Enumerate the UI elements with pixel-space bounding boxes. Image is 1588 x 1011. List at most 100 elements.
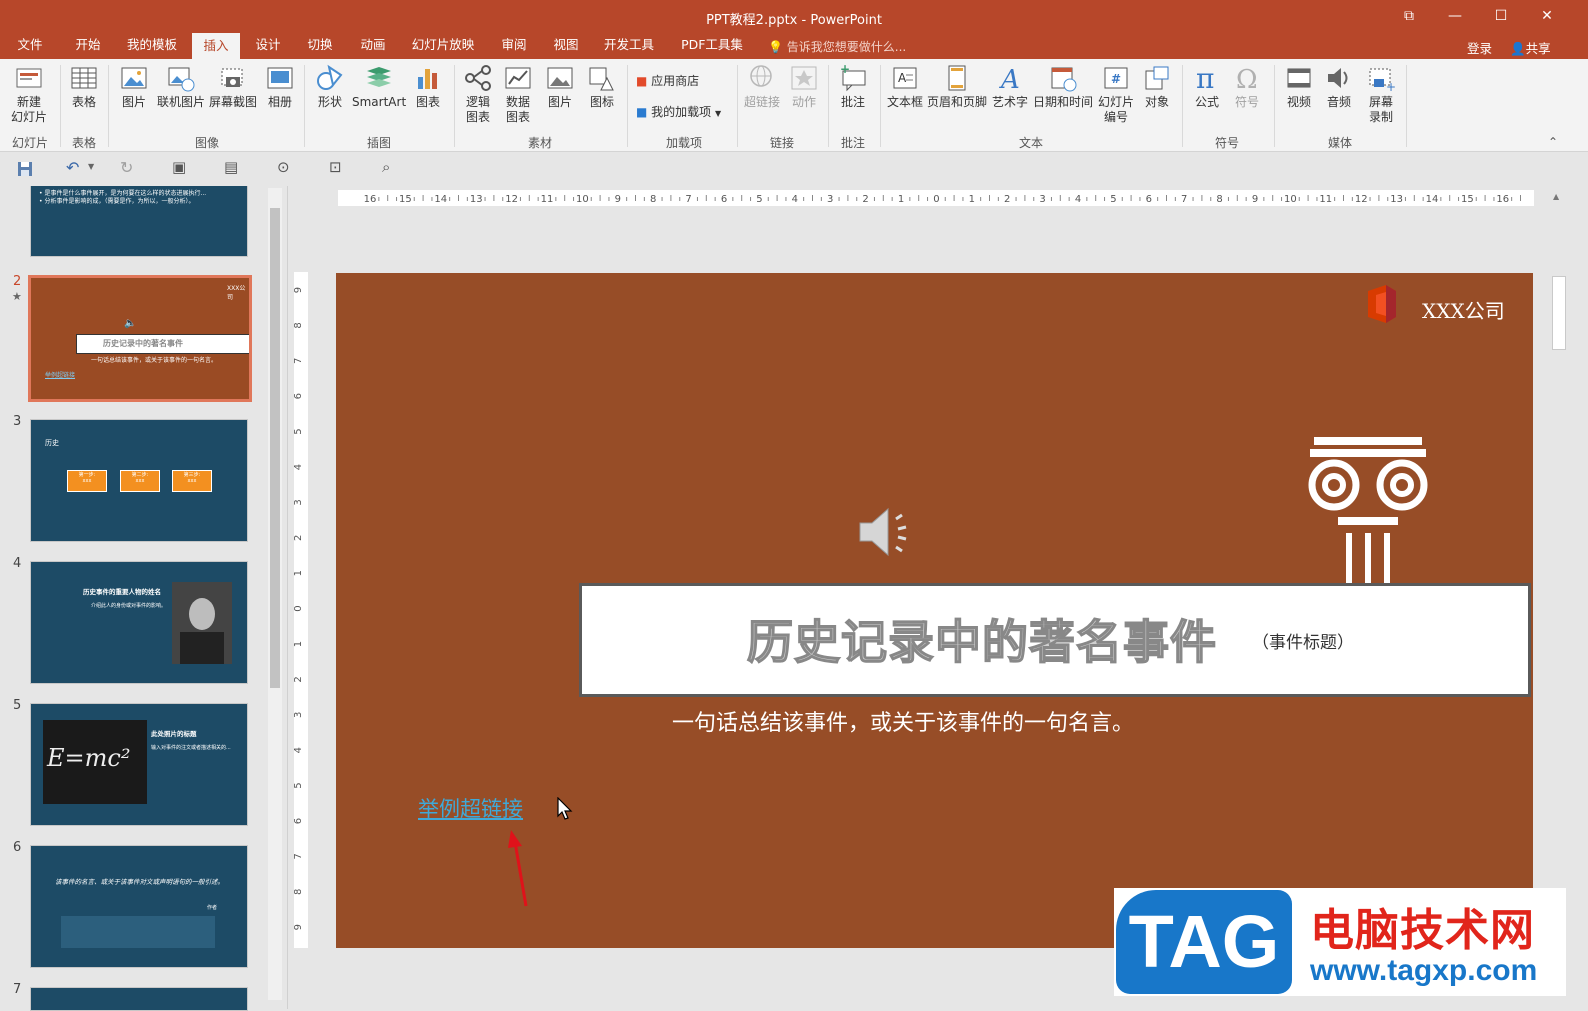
video-icon <box>1287 68 1311 88</box>
maximize-button[interactable]: ☐ <box>1478 4 1524 28</box>
tell-me-search[interactable]: 💡 告诉我您想要做什么... <box>768 38 906 55</box>
login-link[interactable]: 登录 <box>1467 38 1492 57</box>
ruler-label: 14 <box>1426 194 1439 205</box>
video-button[interactable]: 视频 <box>1280 63 1318 110</box>
example-hyperlink[interactable]: 举例超链接 <box>418 793 523 823</box>
tab-home[interactable]: 开始 <box>66 33 110 59</box>
header-footer-button[interactable]: 页眉和页脚 <box>926 63 988 110</box>
from-beginning-icon[interactable]: ▣ <box>172 158 186 176</box>
slide-thumbnail-5[interactable]: E=mc² 此处照片的标题 输入对事件的注文或者描述相关的... <box>30 703 248 826</box>
slide-thumbnail-6[interactable]: 该事件的名言、或关于该事件对文或声明语句的一般引述。 作者 <box>30 845 248 968</box>
text-direction-icon[interactable]: ▤ <box>224 158 238 176</box>
tab-insert[interactable]: 插入 <box>192 33 240 60</box>
slide-thumbnail-4[interactable]: 历史事件的重要人物的姓名 介绍此人的身份或对事件的影响。 <box>30 561 248 684</box>
symbol-button[interactable]: Ω 符号 <box>1228 63 1266 110</box>
slide-thumbnail-7[interactable] <box>30 987 248 1011</box>
save-icon[interactable] <box>16 160 34 178</box>
slide-number-button[interactable]: # 幻灯片 编号 <box>1096 63 1136 125</box>
app-store-button[interactable]: ■ 应用商店 <box>636 72 699 89</box>
close-button[interactable]: ✕ <box>1524 4 1570 28</box>
portrait-photo <box>172 582 232 664</box>
group-label-slides: 幻灯片 <box>11 136 48 150</box>
screenshot-button[interactable]: 屏幕截图 <box>208 63 258 110</box>
object-icon <box>1145 66 1169 90</box>
date-time-button[interactable]: 日期和时间 <box>1032 63 1094 110</box>
screenshot-icon <box>221 68 243 87</box>
slide-title[interactable]: 历史记录中的著名事件 <box>746 606 1217 672</box>
tab-view[interactable]: 视图 <box>546 33 586 59</box>
slide-thumbnail-1[interactable]: • 是事件是什么事件展开，是为何要在这么样的状态进展执行... • 分析事件是影… <box>30 186 248 257</box>
slide-canvas[interactable]: XXX公司 历史记录中的著名事件 （事件标题） 一句话总结该事件，或关于该事件的… <box>336 273 1533 948</box>
table-button[interactable]: 表格 <box>66 63 102 110</box>
office-logo-icon <box>1368 285 1396 323</box>
ruler-label: 0 <box>294 605 304 611</box>
tab-transitions[interactable]: 切换 <box>300 33 340 59</box>
ruler-label: 8 <box>294 322 304 328</box>
wordart-button[interactable]: A 艺术字 <box>990 63 1030 110</box>
tab-pdf-tools[interactable]: PDF工具集 <box>674 33 750 59</box>
present-icon[interactable]: ⊙ <box>277 158 290 176</box>
new-slide-button[interactable]: 新建 幻灯片 <box>6 63 52 125</box>
editor-vertical-scrollbar[interactable]: ▲ <box>1549 186 1567 1009</box>
shapes-icon <box>317 64 343 90</box>
picture-button[interactable]: 图片 <box>116 63 152 110</box>
data-chart-button[interactable]: 数据 图表 <box>500 63 536 125</box>
mouse-cursor-icon <box>557 797 573 820</box>
share-button[interactable]: 👤共享 <box>1510 38 1551 57</box>
thumb-step-3: 第三步: xxx <box>172 470 212 492</box>
ribbon-display-options-button[interactable]: ⧉ <box>1386 4 1432 28</box>
collapse-ribbon-icon[interactable]: ⌃ <box>1548 135 1558 149</box>
ruler-label: 12 <box>1355 194 1368 205</box>
ruler-label: 16 <box>1496 194 1509 205</box>
icon-button[interactable]: 图标 <box>584 63 620 110</box>
material-picture-button[interactable]: 图片 <box>542 63 578 110</box>
tab-my-templates[interactable]: 我的模板 <box>120 33 184 59</box>
audio-button[interactable]: 音频 <box>1320 63 1358 110</box>
ruler-label: 3 <box>294 499 304 505</box>
comment-button[interactable]: + 批注 <box>834 63 872 110</box>
slideshow-icon[interactable]: ⊡ <box>329 158 342 176</box>
screen-recording-button[interactable]: + 屏幕 录制 <box>1362 63 1400 125</box>
ruler-label: 10 <box>1284 194 1297 205</box>
action-button[interactable]: 动作 <box>786 63 822 110</box>
undo-dropdown-chevron-icon[interactable]: ▼ <box>88 162 94 171</box>
thumbnail-scrollbar[interactable] <box>268 188 282 1000</box>
data-chart-icon <box>505 67 531 89</box>
slide-number: 3 <box>13 414 22 429</box>
ruler-label: 13 <box>1390 194 1403 205</box>
tab-review[interactable]: 审阅 <box>494 33 534 59</box>
redo-icon[interactable]: ↻ <box>120 158 133 177</box>
object-button[interactable]: 对象 <box>1138 63 1176 110</box>
tab-file[interactable]: 文件 <box>10 33 50 59</box>
ruler-label: 6 <box>294 818 304 824</box>
tab-slideshow[interactable]: 幻灯片放映 <box>405 33 481 59</box>
audio-speaker-icon[interactable] <box>856 501 918 563</box>
logic-chart-button[interactable]: 逻辑 图表 <box>460 63 496 125</box>
textbox-button[interactable]: A 文本框 <box>886 63 924 110</box>
my-addins-button[interactable]: ■ 我的加载项 ▼ <box>636 103 721 120</box>
minimize-button[interactable]: — <box>1432 4 1478 28</box>
tab-developer[interactable]: 开发工具 <box>597 33 661 59</box>
smartart-button[interactable]: SmartArt <box>352 63 406 110</box>
group-label-addins: 加载项 <box>665 136 702 150</box>
chart-button[interactable]: 图表 <box>410 63 446 110</box>
photo-album-button[interactable]: 相册 <box>262 63 298 110</box>
ruler-label: 8 <box>650 194 656 205</box>
print-preview-icon[interactable]: ⌕ <box>382 158 390 176</box>
shapes-button[interactable]: 形状 <box>312 63 348 110</box>
title-placeholder[interactable]: 历史记录中的著名事件 （事件标题） <box>579 583 1531 697</box>
site-watermark: TAG 电脑技术网 www.tagxp.com <box>1114 888 1566 996</box>
ruler-label: 12 <box>505 194 518 205</box>
slide-thumbnail-2[interactable]: 历史记录中的著名事件 一句话总结该事件，或关于该事件的一句名言。 举例超链接 X… <box>28 275 252 402</box>
equation-button[interactable]: π 公式 <box>1188 63 1226 110</box>
hyperlink-button[interactable]: 超链接 <box>742 63 782 110</box>
slide-subtitle[interactable]: 一句话总结该事件，或关于该事件的一句名言。 <box>672 705 1134 737</box>
ruler-label: 8 <box>1216 194 1222 205</box>
slide-thumbnail-3[interactable]: 历史 第一步: xxx 第二步: xxx 第三步: xxx <box>30 419 248 542</box>
online-picture-button[interactable]: 联机图片 <box>156 63 206 110</box>
undo-icon[interactable]: ↶ <box>66 158 79 177</box>
tab-design[interactable]: 设计 <box>248 33 288 59</box>
group-divider <box>737 65 738 147</box>
tab-animations[interactable]: 动画 <box>353 33 393 59</box>
ruler-label: 11 <box>1319 194 1332 205</box>
